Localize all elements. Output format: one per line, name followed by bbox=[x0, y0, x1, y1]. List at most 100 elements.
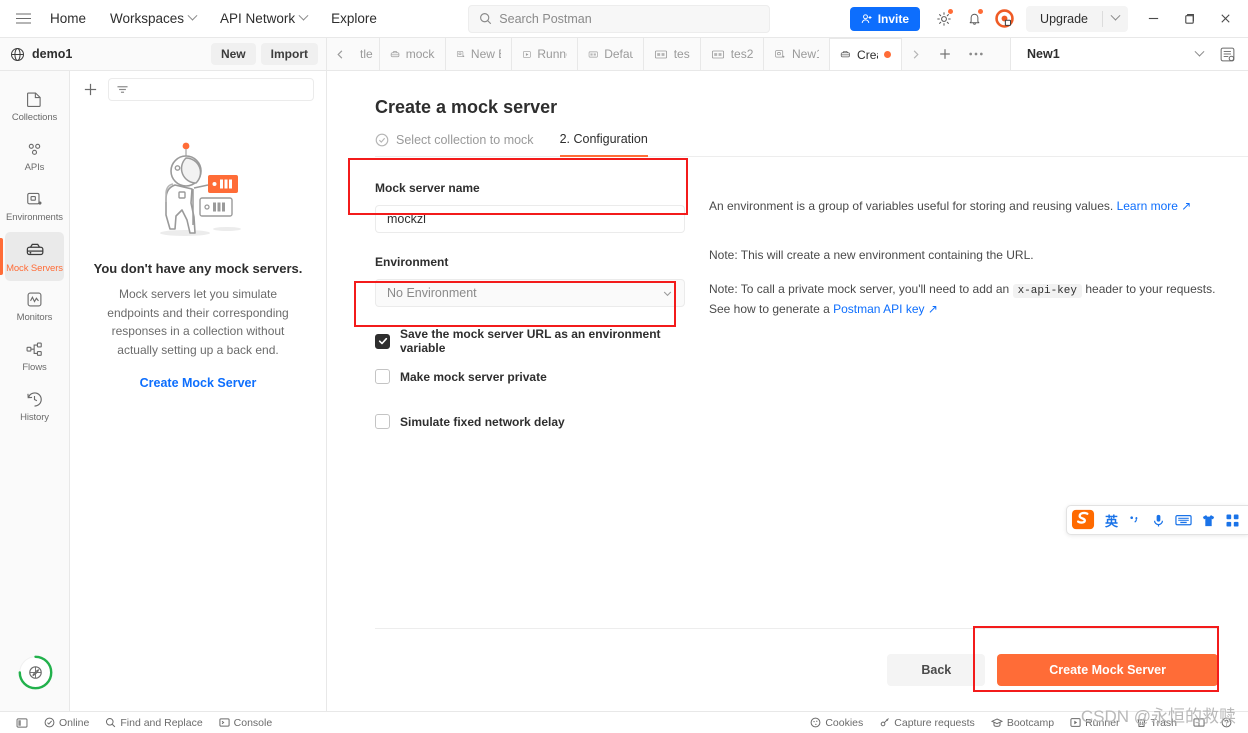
invite-button[interactable]: Invite bbox=[849, 6, 921, 31]
filter-icon bbox=[117, 85, 128, 93]
menu-item-workspaces[interactable]: Workspaces bbox=[98, 6, 208, 31]
upgrade-dropdown-button[interactable] bbox=[1103, 10, 1128, 22]
sidebar-toggle-button[interactable] bbox=[8, 717, 36, 729]
find-and-replace-button[interactable]: Find and Replace bbox=[97, 717, 210, 729]
create-mock-server-button[interactable]: Create Mock Server bbox=[997, 654, 1218, 686]
window-minimize-button[interactable] bbox=[1136, 4, 1170, 34]
capture-requests-button[interactable]: Capture requests bbox=[871, 717, 983, 729]
tab-runner[interactable]: Runner bbox=[512, 38, 578, 70]
sidebar-item-label: Collections bbox=[11, 112, 58, 123]
environment-help-body: An environment is a group of variables u… bbox=[709, 199, 1114, 213]
menu-item-label: Explore bbox=[331, 11, 377, 26]
checkbox-label: Simulate fixed network delay bbox=[400, 414, 565, 429]
rocket-progress-indicator[interactable] bbox=[17, 654, 54, 691]
status-label: Trash bbox=[1150, 716, 1177, 729]
create-new-button[interactable] bbox=[80, 79, 100, 99]
filter-input[interactable] bbox=[108, 77, 314, 101]
sidebar-item-collections[interactable]: Collections bbox=[5, 82, 64, 131]
punctuation-icon[interactable] bbox=[1127, 513, 1142, 528]
tabs-scroll-left-button[interactable] bbox=[327, 38, 354, 70]
notifications-button[interactable] bbox=[960, 5, 988, 33]
tab-new1[interactable]: New1 bbox=[764, 38, 831, 70]
mock-server-name-input[interactable]: mockzl bbox=[375, 205, 685, 233]
ime-mode-toggle[interactable]: 英 bbox=[1105, 511, 1118, 530]
environment-selector[interactable]: New1 bbox=[1010, 38, 1248, 70]
checkbox-label: Save the mock server URL as an environme… bbox=[400, 327, 661, 355]
wizard-steps: Select collection to mock 2. Configurati… bbox=[375, 132, 1248, 157]
sidebar-rail: Collections APIs Environments Mock Serve… bbox=[0, 71, 70, 711]
window-maximize-button[interactable] bbox=[1172, 4, 1206, 34]
step-configuration[interactable]: 2. Configuration bbox=[559, 132, 648, 157]
tab-mockzl[interactable]: mockzl bbox=[380, 38, 446, 70]
mock-server-icon bbox=[390, 50, 399, 57]
account-avatar[interactable] bbox=[990, 5, 1018, 33]
checkbox-save-url-env-var[interactable]: Save the mock server URL as an environme… bbox=[375, 327, 685, 355]
search-input[interactable]: Search Postman bbox=[468, 4, 771, 33]
help-button[interactable] bbox=[1213, 717, 1240, 728]
import-button[interactable]: Import bbox=[260, 43, 318, 65]
rocket-icon bbox=[18, 655, 53, 690]
invite-person-icon bbox=[861, 13, 872, 23]
microphone-icon[interactable] bbox=[1151, 513, 1166, 528]
menu-item-explore[interactable]: Explore bbox=[319, 6, 389, 31]
sidebar-item-apis[interactable]: APIs bbox=[5, 132, 64, 181]
chevron-down-icon bbox=[1110, 10, 1121, 21]
learn-more-link[interactable]: Learn more ↗ bbox=[1117, 199, 1192, 213]
checkbox-box[interactable] bbox=[375, 333, 390, 349]
new-tab-button[interactable] bbox=[929, 38, 960, 70]
checkbox-box[interactable] bbox=[375, 369, 390, 384]
status-online[interactable]: Online bbox=[36, 717, 97, 729]
menu-item-home[interactable]: Home bbox=[38, 6, 98, 31]
sidebar-item-label: Mock Servers bbox=[6, 262, 63, 274]
trash-button[interactable]: Trash bbox=[1128, 717, 1185, 729]
sidebar-item-monitors[interactable]: Monitors bbox=[5, 282, 64, 331]
checkbox-simulate-delay[interactable]: Simulate fixed network delay bbox=[375, 414, 685, 429]
tab-tes[interactable]: tes bbox=[644, 38, 701, 70]
sidebar-item-history[interactable]: History bbox=[5, 382, 64, 431]
tab-label: Crea bbox=[857, 47, 878, 62]
checkbox-box[interactable] bbox=[375, 414, 390, 429]
new-button[interactable]: New bbox=[210, 43, 256, 65]
sidebar-item-environments[interactable]: Environments bbox=[5, 182, 64, 231]
environment-select[interactable]: No Environment bbox=[375, 279, 685, 307]
check-circle-icon bbox=[375, 133, 389, 147]
step-select-collection[interactable]: Select collection to mock bbox=[375, 133, 534, 156]
environment-quicklook-button[interactable] bbox=[1215, 46, 1248, 63]
tab-tes2[interactable]: tes2 bbox=[701, 38, 765, 70]
bootcamp-button[interactable]: Bootcamp bbox=[983, 717, 1062, 729]
keyboard-icon[interactable] bbox=[1175, 513, 1192, 527]
astronaut-mock-server-illustration bbox=[160, 142, 241, 236]
toolbox-icon[interactable] bbox=[1225, 513, 1240, 528]
tabs-more-button[interactable] bbox=[960, 38, 991, 70]
tab-tle[interactable]: tle bbox=[354, 38, 380, 70]
hamburger-icon[interactable] bbox=[8, 4, 38, 34]
postman-api-key-link[interactable]: Postman API key ↗ bbox=[833, 302, 938, 316]
sogou-ime-toolbar: 英 bbox=[1065, 505, 1248, 535]
create-mock-server-form: Create a mock server Select collection t… bbox=[327, 71, 1248, 628]
note-private-prefix: Note: To call a private mock server, you… bbox=[709, 281, 1010, 296]
tab-create-mock-server[interactable]: Crea bbox=[830, 38, 903, 70]
plus-icon bbox=[940, 49, 950, 59]
checkbox-make-private[interactable]: Make mock server private bbox=[375, 369, 685, 384]
back-button[interactable]: Back bbox=[887, 654, 986, 686]
tab-default[interactable]: Default bbox=[578, 38, 644, 70]
environment-dropdown-button[interactable] bbox=[1188, 46, 1211, 58]
sidebar-item-flows[interactable]: Flows bbox=[5, 332, 64, 381]
environment-field-group: Environment No Environment bbox=[375, 255, 685, 307]
tabs-scroll-right-button[interactable] bbox=[902, 38, 929, 70]
skin-icon[interactable] bbox=[1201, 513, 1216, 528]
tab-label: tle bbox=[360, 47, 373, 61]
create-mock-server-link[interactable]: Create Mock Server bbox=[92, 376, 304, 390]
mock-server-name-field-group: Mock server name mockzl bbox=[375, 181, 685, 233]
sidebar-item-mock-servers[interactable]: Mock Servers bbox=[0, 232, 64, 281]
menu-item-api-network[interactable]: API Network bbox=[208, 6, 319, 31]
runner-button[interactable]: Runner bbox=[1062, 717, 1127, 729]
window-close-button[interactable] bbox=[1208, 4, 1242, 34]
upgrade-button[interactable]: Upgrade bbox=[1026, 5, 1128, 32]
tab-new-environment[interactable]: New En bbox=[446, 38, 512, 70]
layout-toggle-button[interactable] bbox=[1185, 717, 1213, 728]
cookies-button[interactable]: Cookies bbox=[802, 717, 871, 729]
sogou-logo-icon[interactable] bbox=[1071, 508, 1096, 532]
console-button[interactable]: Console bbox=[211, 717, 281, 729]
settings-button[interactable] bbox=[930, 5, 958, 33]
